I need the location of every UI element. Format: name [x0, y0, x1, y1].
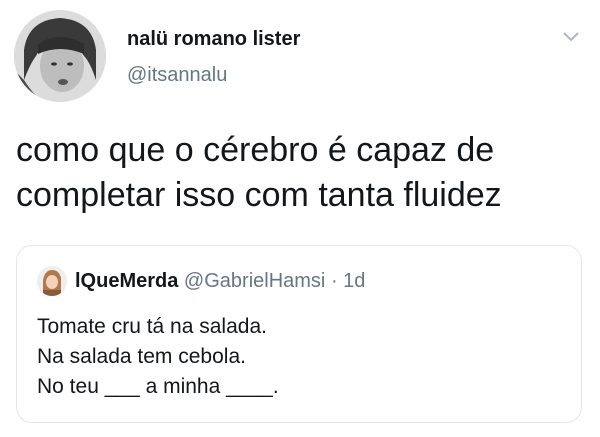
quoted-tweet-line: Na salada tem cebola. — [37, 345, 246, 368]
quoted-tweet-header: lQueMerda @GabrielHamsi · 1d — [75, 270, 365, 293]
author-display-name[interactable]: nalü romano lister — [127, 28, 300, 51]
quoted-author-handle[interactable]: @GabrielHamsi — [184, 270, 325, 292]
quoted-tweet-text: Tomate cru tá na salada. Na salada tem c… — [37, 312, 279, 402]
quoted-tweet-timestamp[interactable]: 1d — [343, 270, 365, 292]
quoted-avatar-photo-icon — [37, 266, 67, 296]
tweet: nalü romano lister @itsannalu como que o… — [0, 0, 600, 437]
avatar-photo-icon — [14, 10, 106, 102]
quoted-tweet-line: No teu ___ a minha ____. — [37, 375, 279, 398]
author-handle[interactable]: @itsannalu — [127, 64, 227, 87]
quoted-tweet-card[interactable]: lQueMerda @GabrielHamsi · 1d Tomate cru … — [16, 245, 582, 423]
tweet-text: como que o cérebro é capaz de completar … — [16, 131, 502, 214]
quoted-tweet-line: Tomate cru tá na salada. — [37, 315, 267, 338]
quoted-header-separator: · — [330, 270, 338, 292]
author-avatar[interactable] — [14, 10, 106, 102]
quoted-author-display-name[interactable]: lQueMerda — [75, 270, 178, 292]
quoted-author-avatar[interactable] — [37, 266, 67, 296]
chevron-down-icon[interactable] — [560, 28, 582, 46]
